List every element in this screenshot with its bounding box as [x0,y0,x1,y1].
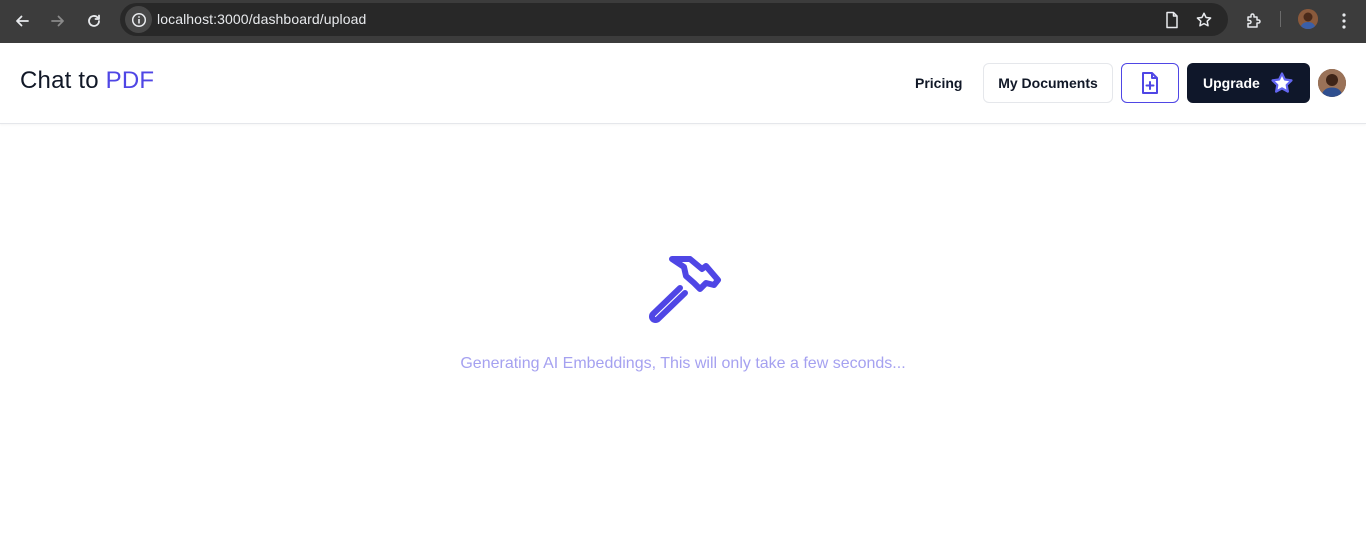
kebab-menu-icon [1342,13,1346,29]
file-plus-icon [1142,72,1158,94]
browser-toolbar: localhost:3000/dashboard/upload [0,0,1366,43]
url-text: localhost:3000/dashboard/upload [157,11,367,27]
pricing-link[interactable]: Pricing [901,63,976,103]
reload-icon [88,14,100,27]
address-bar[interactable]: localhost:3000/dashboard/upload [120,3,1228,36]
info-icon [131,12,146,27]
new-document-button[interactable] [1121,63,1179,103]
embedding-status-message: Generating AI Embeddings, This will only… [460,355,906,372]
upgrade-label: Upgrade [1203,75,1260,91]
page-info-button[interactable] [1162,10,1182,30]
star-icon [1196,12,1212,27]
arrow-right-icon [51,15,64,27]
bookmark-button[interactable] [1194,10,1214,30]
app-header: Chat to PDF Pricing My Documents Upgrade [0,43,1366,124]
browser-menu-button[interactable] [1330,7,1358,35]
profile-avatar[interactable] [1298,9,1318,29]
star-icon [1271,72,1293,93]
reload-button[interactable] [80,7,108,35]
extensions-button[interactable] [1240,7,1268,35]
brand-logo[interactable]: Chat to PDF [20,67,154,95]
profile-avatar-image [1298,9,1318,29]
user-avatar[interactable] [1318,69,1346,97]
hammer-icon [649,256,721,323]
arrow-left-icon [16,15,29,27]
forward-button[interactable] [44,7,72,35]
brand-prefix: Chat to [20,67,99,94]
toolbar-divider [1280,11,1281,27]
site-info-button[interactable] [125,6,152,33]
page-icon [1166,11,1178,29]
user-avatar-image [1318,69,1346,97]
brand-accent: PDF [105,67,155,94]
upgrade-button[interactable]: Upgrade [1187,63,1310,103]
my-documents-button[interactable]: My Documents [983,63,1113,103]
puzzle-icon [1247,13,1261,28]
back-button[interactable] [8,7,36,35]
